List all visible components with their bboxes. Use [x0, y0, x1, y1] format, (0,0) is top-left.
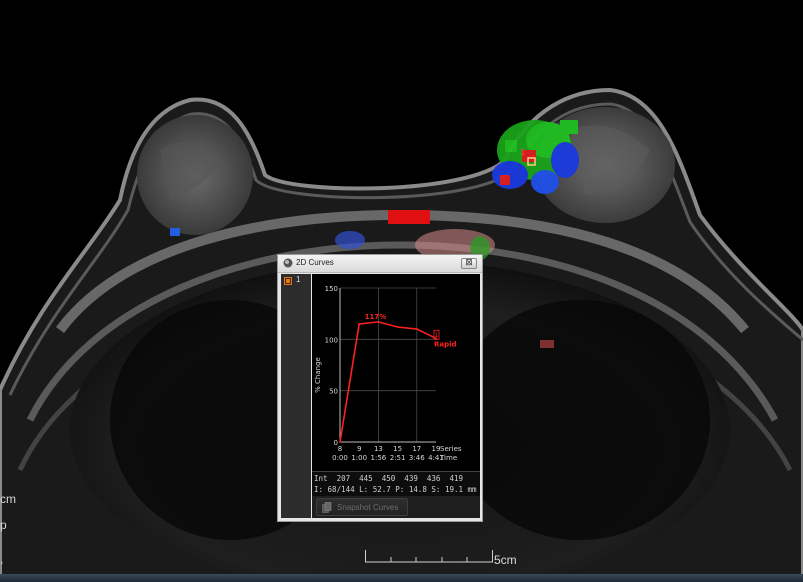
scale-bar — [365, 550, 493, 563]
x-series-axis-label: Series — [440, 445, 462, 453]
curve-type-label: Rapid — [434, 340, 457, 348]
curve-point — [396, 326, 399, 328]
x-time-tick-label: 1:00 — [351, 454, 367, 462]
x-series-tick-label: 9 — [357, 445, 361, 453]
enhancement-curve-line — [339, 321, 437, 443]
x-time-tick-label: 0:00 — [332, 454, 348, 462]
snapshot-icon — [322, 502, 332, 513]
peak-percent-label: 117% — [365, 313, 387, 321]
taskbar-strip — [0, 574, 803, 582]
x-time-tick-label: 2:51 — [390, 454, 406, 462]
left-edge-label-cm: cm — [0, 492, 16, 506]
series-number: 1 — [296, 275, 301, 284]
y-tick-label: 100 — [325, 336, 338, 344]
series-sidebar: 1 — [281, 274, 311, 518]
snapshot-curves-button[interactable]: Snapshot Curves — [316, 498, 408, 516]
curve-point — [415, 328, 418, 330]
window-titlebar[interactable]: 2D Curves ⊠ — [278, 255, 482, 273]
window-title: 2D Curves — [296, 258, 334, 267]
curves-app-icon — [283, 258, 293, 268]
readout-panel: Int 207 445 450 439 436 419 I: 68/144 L:… — [312, 471, 480, 497]
x-series-tick-label: 17 — [412, 445, 421, 453]
curve-end-marker-label: 1 — [435, 332, 439, 339]
left-edge-label-comma: , — [0, 552, 4, 566]
curves-window[interactable]: 2D Curves ⊠ 1 150 100 50 0% Change 8 9 13 15 17 1… — [277, 254, 483, 522]
svg-text:1: 1 — [520, 148, 525, 157]
snapshot-curves-label: Snapshot Curves — [337, 503, 399, 512]
x-time-tick-label: 1:56 — [371, 454, 387, 462]
intensity-readout: Int 207 445 450 439 436 419 — [314, 474, 464, 483]
curve-point — [358, 323, 361, 325]
series-color-checkbox[interactable] — [284, 277, 292, 285]
y-tick-label: 50 — [329, 388, 338, 396]
position-readout: I: 68/144 L: 52.7 P: 14.8 S: 19.1 mm — [314, 485, 477, 494]
window-footer: Snapshot Curves — [312, 496, 480, 518]
x-series-tick-label: 13 — [374, 445, 383, 453]
scale-bar-label: 5cm — [494, 553, 517, 567]
curve-chart: 150 100 50 0% Change 8 9 13 15 17 19 0:00 1:00 1:56 2… — [312, 274, 480, 471]
y-axis-label: % Change — [314, 357, 322, 393]
x-series-tick-label: 15 — [393, 445, 402, 453]
close-button[interactable]: ⊠ — [461, 258, 477, 269]
x-time-axis-label: Time — [439, 454, 457, 462]
curve-point — [377, 320, 380, 323]
left-edge-label-p: p — [0, 518, 7, 532]
x-series-tick-label: 8 — [338, 445, 342, 453]
y-tick-label: 150 — [325, 285, 338, 293]
curve-point — [339, 441, 341, 443]
x-time-tick-label: 3:46 — [409, 454, 425, 462]
